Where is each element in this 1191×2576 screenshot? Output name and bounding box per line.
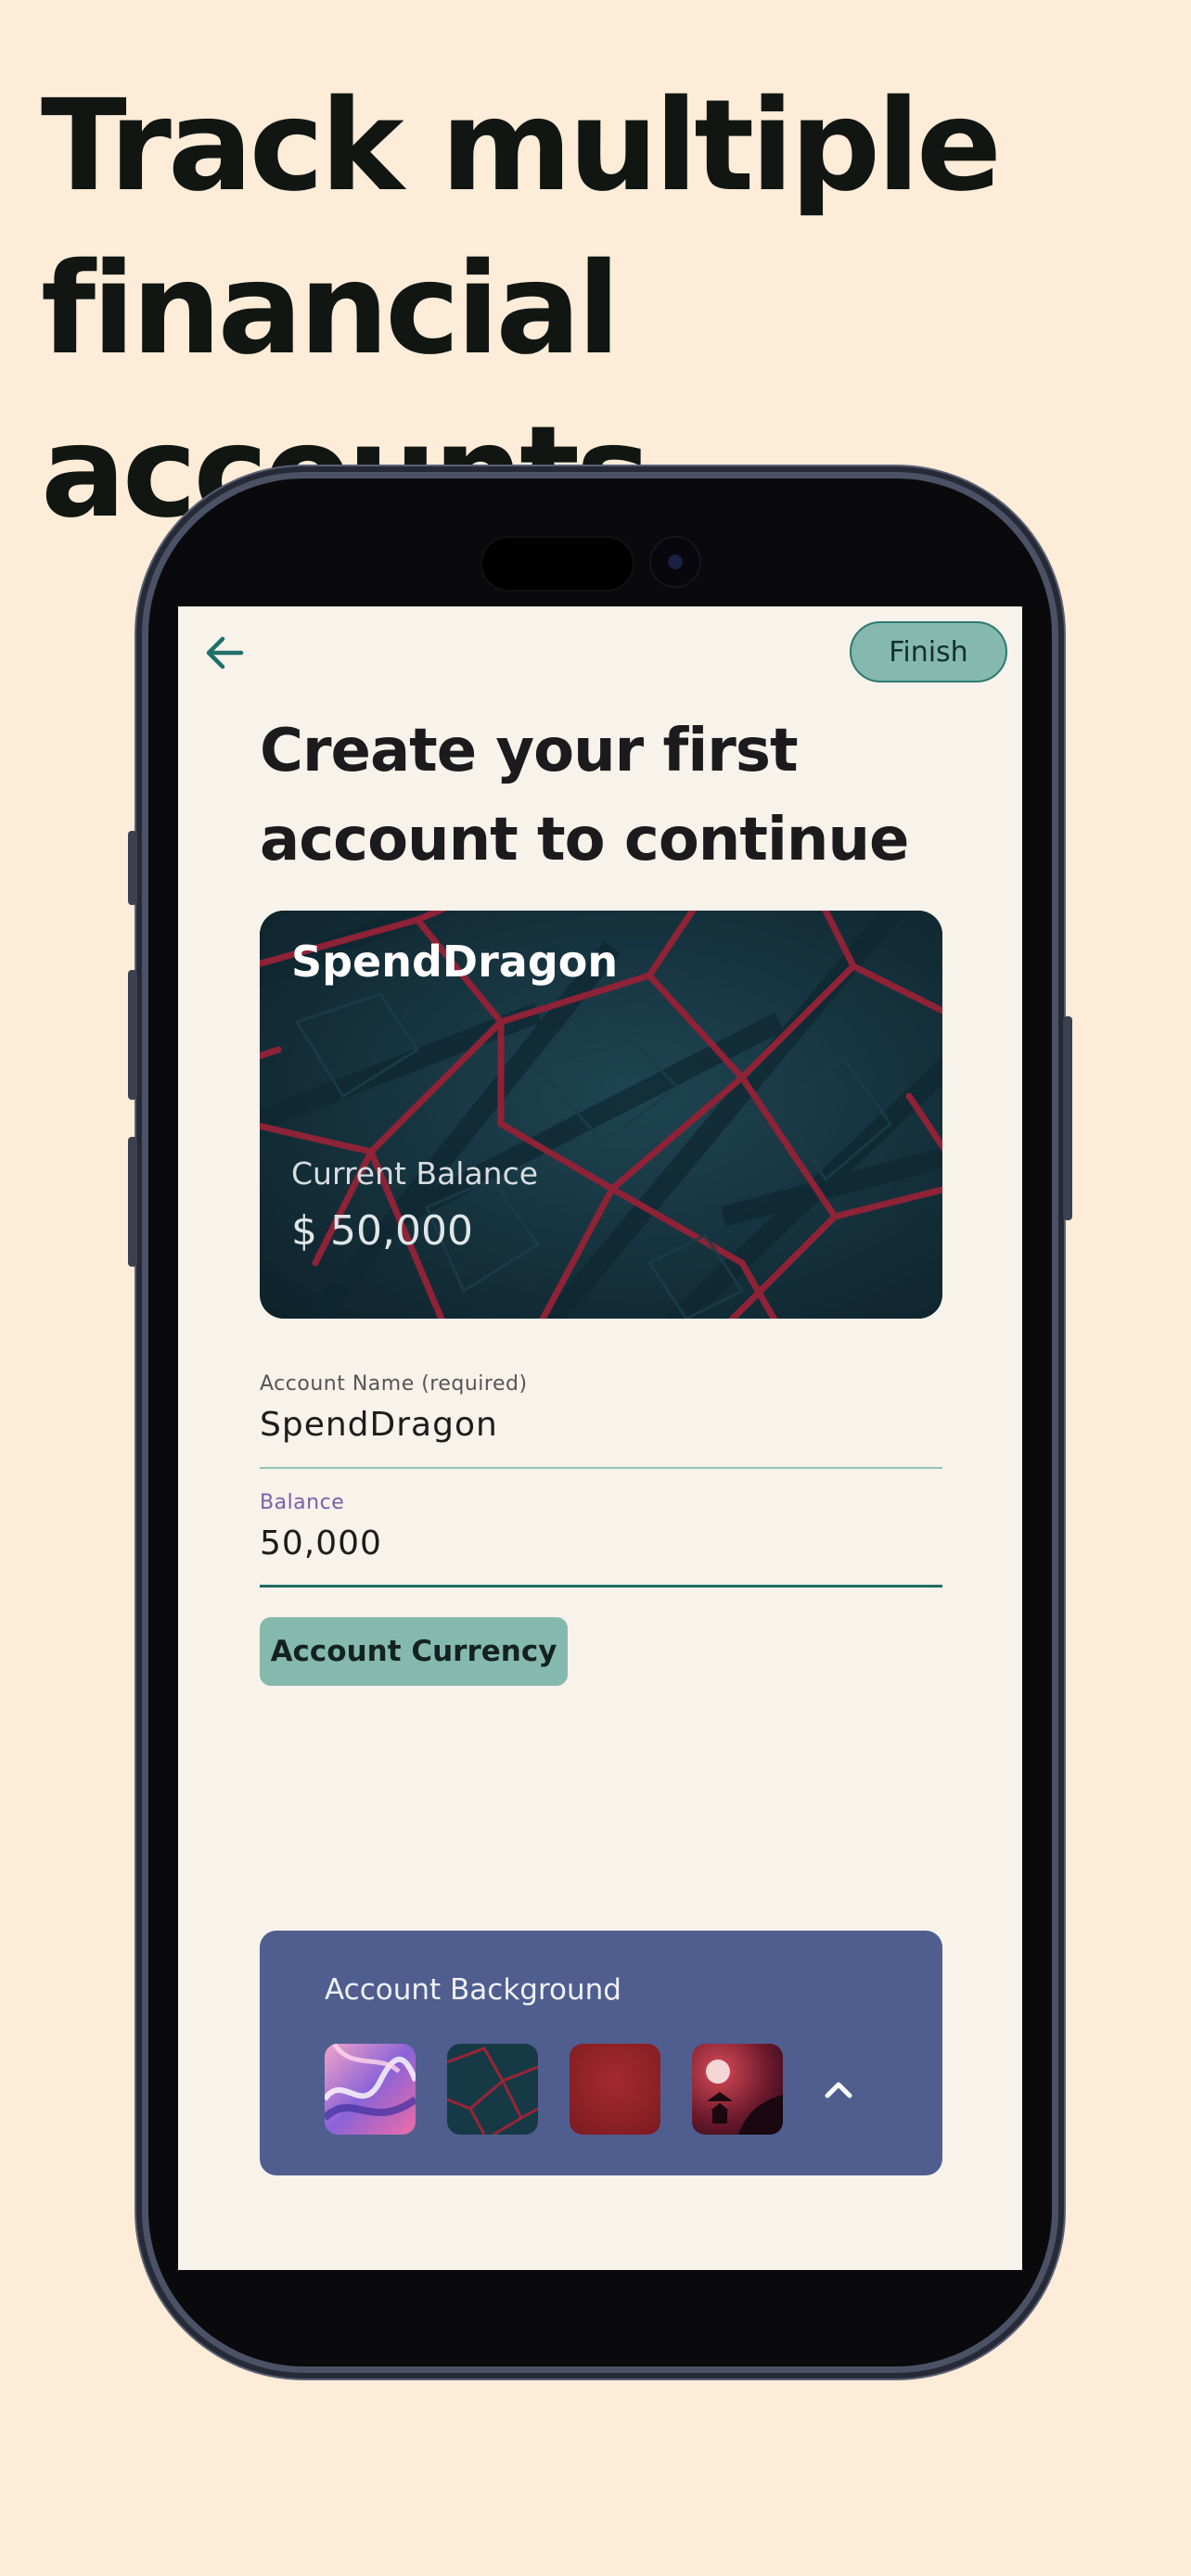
account-card-preview: SpendDragon Current Balance $ 50,000 [260,911,942,1319]
phone-mute-switch [128,831,137,905]
background-option-teal-lattice[interactable] [447,2044,538,2135]
card-balance-value: $ 50,000 [291,1207,473,1255]
account-name-field[interactable]: SpendDragon [260,1406,498,1444]
chevron-up-icon[interactable] [820,2075,857,2103]
headline-line-1: Track multiple [41,73,1002,220]
account-name-underline [260,1467,942,1469]
balance-field[interactable]: 50,000 [260,1524,382,1562]
account-name-label: Account Name (required) [260,1372,528,1396]
background-option-moonlit-pagoda[interactable] [692,2044,783,2135]
background-option-abstract-swirl[interactable] [325,2044,416,2135]
phone-volume-up [128,970,137,1100]
phone-frame: Finish Create your first account to cont… [128,478,1072,2366]
front-camera [649,536,701,588]
page-title: Create your first account to continue [260,707,965,885]
account-background-title: Account Background [325,1973,621,2007]
dynamic-island [480,536,634,592]
card-account-name: SpendDragon [291,937,619,987]
account-currency-button[interactable]: Account Currency [260,1617,568,1686]
balance-underline [260,1585,942,1588]
background-option-crimson[interactable] [570,2044,660,2135]
card-balance-label: Current Balance [291,1155,539,1192]
phone-volume-down [128,1137,137,1267]
balance-label: Balance [260,1491,345,1514]
account-background-panel: Account Background [260,1931,942,2175]
back-arrow-icon[interactable] [198,625,254,681]
page-title-line-1: Create your first [260,717,799,785]
app-screen: Finish Create your first account to cont… [178,606,1022,2270]
phone-power-button [1063,1016,1072,1220]
page-title-line-2: account to continue [260,806,909,874]
finish-button[interactable]: Finish [850,621,1007,682]
